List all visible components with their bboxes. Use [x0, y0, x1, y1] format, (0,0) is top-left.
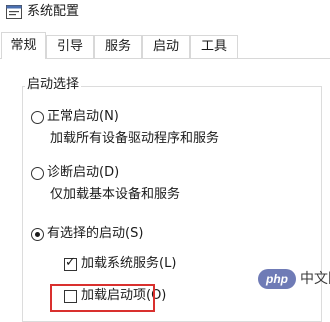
- selective-startup-label[interactable]: 有选择的启动(S): [47, 225, 143, 243]
- tab-tools[interactable]: 工具: [190, 35, 238, 58]
- tab-general[interactable]: 常规: [1, 32, 46, 59]
- watermark-text: 中文网: [300, 271, 330, 287]
- tab-boot[interactable]: 引导: [46, 35, 94, 58]
- tab-services[interactable]: 服务: [94, 35, 142, 58]
- selective-startup-radio[interactable]: [31, 228, 44, 241]
- diagnostic-startup-description: 仅加载基本设备和服务: [50, 187, 181, 202]
- diagnostic-startup-radio[interactable]: [31, 167, 44, 180]
- normal-startup-radio[interactable]: [31, 111, 44, 124]
- normal-startup-label[interactable]: 正常启动(N): [47, 108, 119, 126]
- highlight-box: [50, 284, 155, 312]
- window-title: 系统配置: [27, 4, 80, 19]
- tab-divider: [0, 58, 330, 59]
- load-system-services-checkbox[interactable]: ✓: [64, 255, 77, 271]
- diagnostic-startup-label[interactable]: 诊断启动(D): [47, 164, 119, 182]
- radio-selected-dot: [35, 232, 40, 237]
- php-logo: php: [258, 269, 296, 289]
- msconfig-icon: [6, 5, 22, 19]
- normal-startup-description: 加载所有设备驱动程序和服务: [50, 131, 220, 146]
- title-bar: 系统配置: [0, 0, 330, 29]
- group-label: 启动选择: [25, 76, 82, 94]
- tab-startup[interactable]: 启动: [142, 35, 190, 58]
- checkmark-icon: ✓: [65, 255, 76, 270]
- load-system-services-label[interactable]: 加载系统服务(L): [81, 255, 176, 273]
